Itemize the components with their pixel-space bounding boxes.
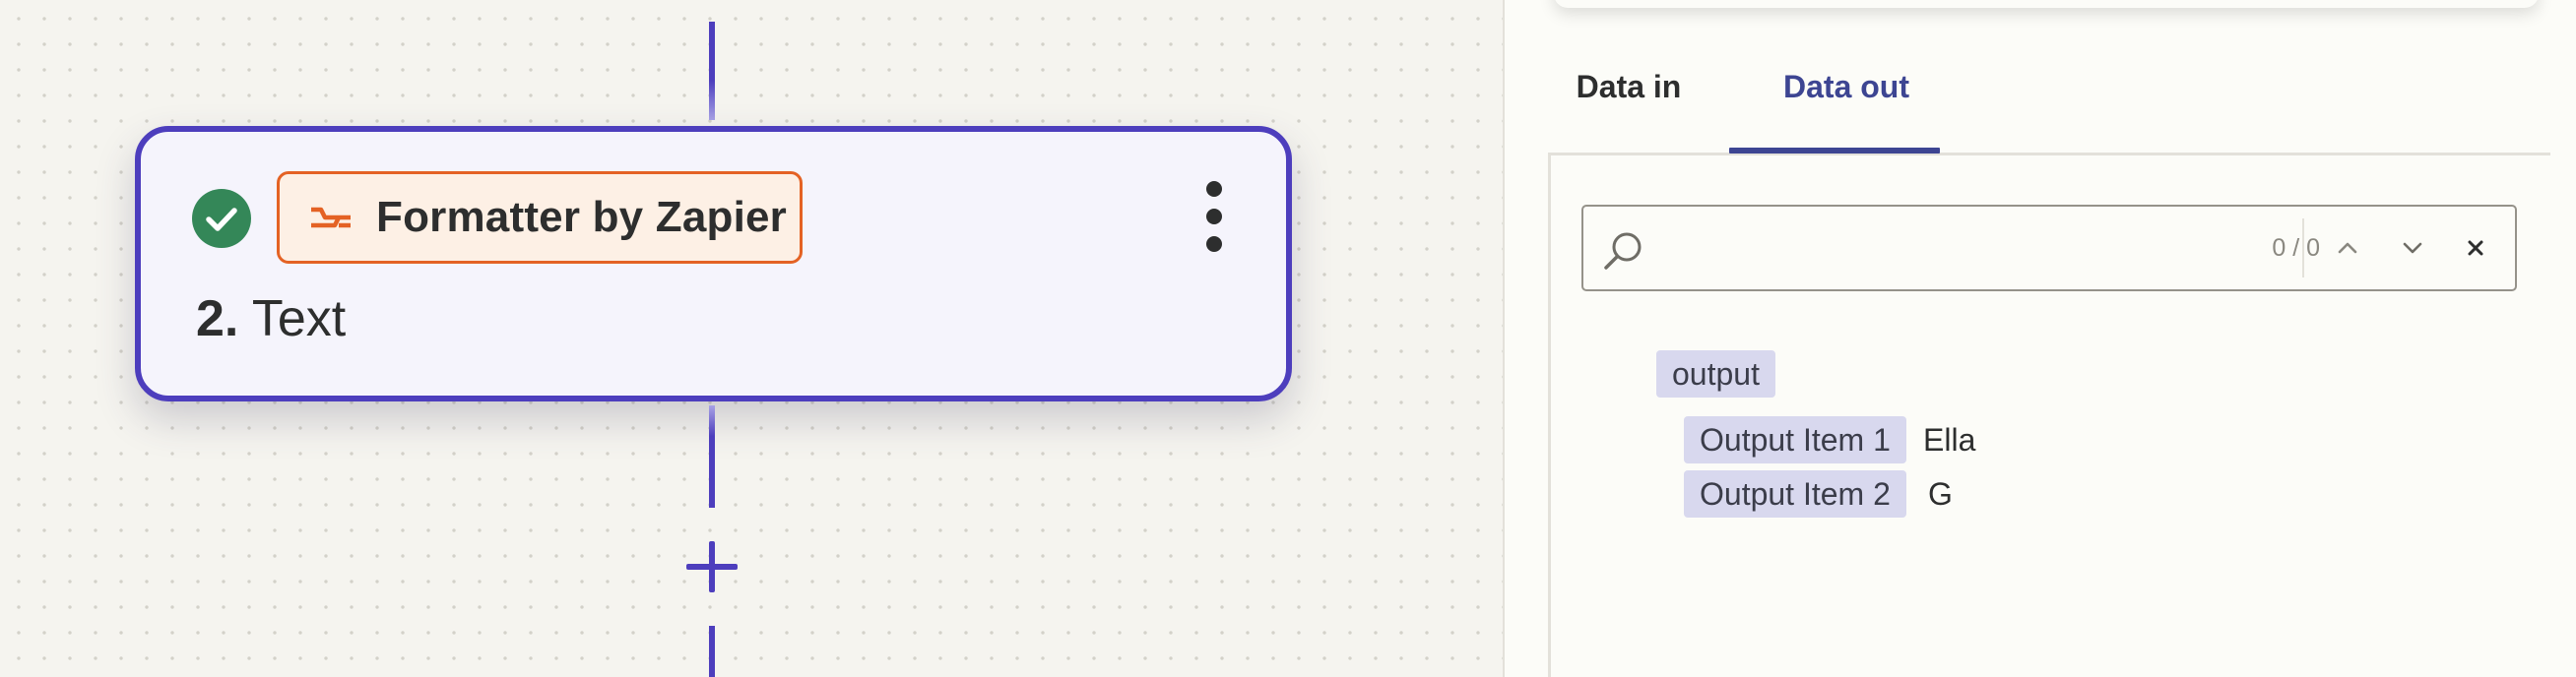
- output-item-value: G: [1928, 476, 1953, 512]
- search-input[interactable]: [1662, 222, 2214, 276]
- output-item-value: Ella: [1923, 422, 1976, 458]
- output-item-key[interactable]: Output Item 1: [1684, 416, 1906, 463]
- chevron-up-icon[interactable]: [2326, 226, 2369, 270]
- data-panel: Data in Data out: [1503, 0, 2576, 677]
- active-tab-indicator: [1729, 148, 1940, 154]
- search-box[interactable]: 0 / 0: [1581, 205, 2517, 291]
- output-key[interactable]: output: [1656, 350, 1775, 398]
- tab-data-in[interactable]: Data in: [1550, 39, 1707, 155]
- check-circle-icon: [192, 189, 251, 248]
- output-item-key[interactable]: Output Item 2: [1684, 470, 1906, 518]
- match-count: 0 / 0: [2272, 234, 2320, 262]
- step-number: 2.: [196, 290, 239, 347]
- app-badge: Formatter by Zapier: [277, 171, 803, 264]
- chevron-down-icon[interactable]: [2391, 226, 2434, 270]
- connector-line-top: [709, 22, 715, 120]
- more-vertical-icon[interactable]: [1196, 179, 1232, 254]
- tab-data-out[interactable]: Data out: [1741, 39, 1952, 155]
- zap-canvas[interactable]: Formatter by Zapier 2. Text: [0, 0, 1503, 677]
- step-title-text: Text: [251, 290, 347, 347]
- step-card[interactable]: Formatter by Zapier 2. Text: [135, 126, 1292, 401]
- close-icon[interactable]: [2454, 226, 2497, 270]
- panel-header: [1554, 0, 2539, 8]
- search-icon: [1604, 232, 1642, 270]
- connector-line-middle: [709, 405, 715, 508]
- step-title: 2. Text: [196, 289, 346, 348]
- formatter-icon: [311, 207, 351, 228]
- connector-line-bottom: [709, 626, 715, 677]
- app-name: Formatter by Zapier: [376, 193, 788, 241]
- panel-tabs: Data in Data out: [1548, 39, 2533, 155]
- plus-icon[interactable]: [684, 539, 740, 594]
- search-divider: [2302, 218, 2304, 277]
